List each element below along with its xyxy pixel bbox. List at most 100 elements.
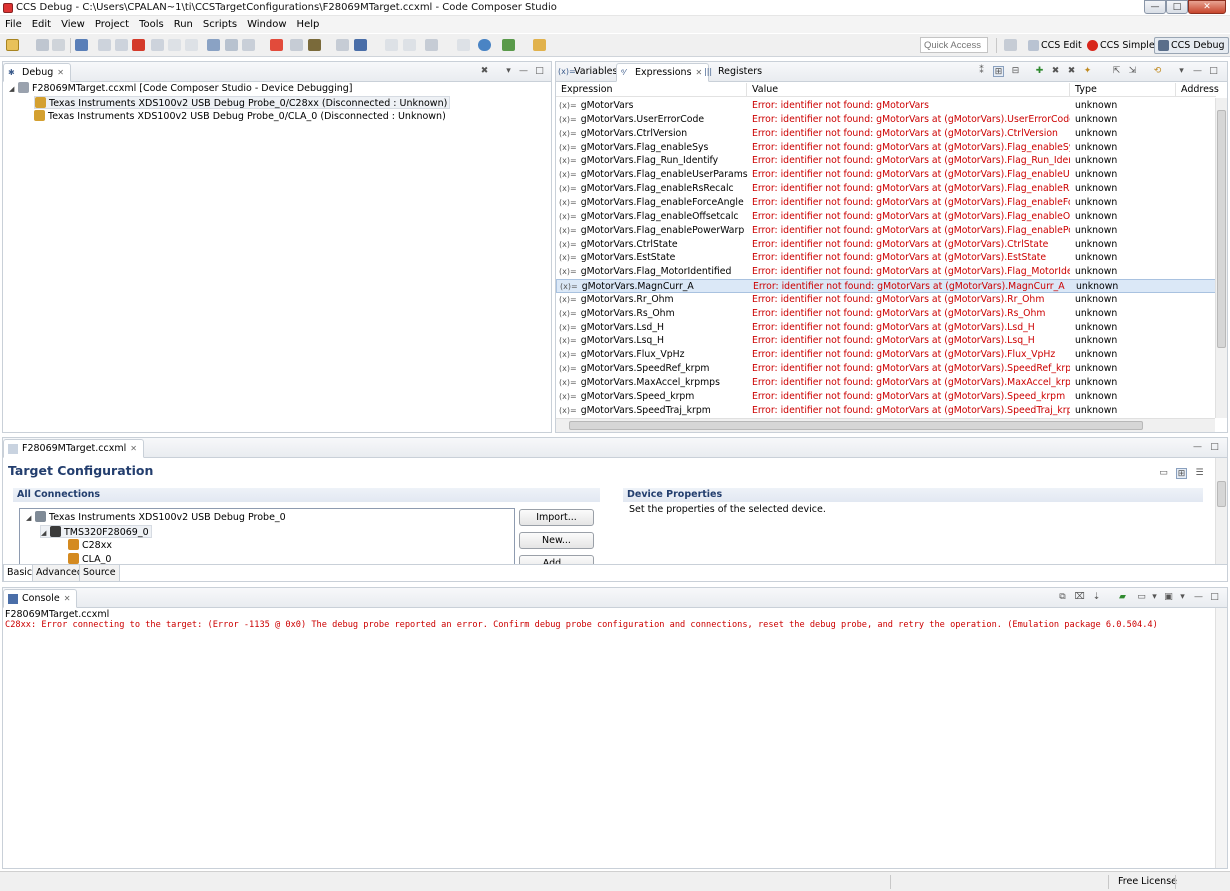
value-cell[interactable]: Error: identifier not found: gMotorVars … [752,113,1070,127]
expression-row[interactable]: (x)= gMotorVars.MagnCurr_A Error: identifi… [556,279,1216,293]
tools-icon[interactable] [425,39,438,51]
collapse-all-icon[interactable]: ⁑ [976,66,987,77]
expression-row[interactable]: (x)= gMotorVars Error: identifier not foun… [556,99,1216,113]
connect-target-icon[interactable] [207,39,220,51]
silicon-icon[interactable] [336,39,349,51]
value-cell[interactable]: Error: identifier not found: gMotorVars … [752,265,1070,279]
expression-cell[interactable]: (x)= gMotorVars.Flag_enableForceAngle [559,196,749,210]
column-type[interactable]: Type [1070,83,1176,96]
expression-cell[interactable]: (x)= gMotorVars.Lsq_H [559,334,749,348]
debug-view-icon[interactable] [75,39,88,51]
select-columns-icon[interactable]: ⊞ [993,66,1004,77]
expression-cell[interactable]: (x)= gMotorVars.Flag_enableUserParams [559,168,749,182]
value-cell[interactable]: Error: identifier not found: gMotorVars … [752,348,1070,362]
expression-row[interactable]: (x)= gMotorVars.Flag_Run_Identify Error: i… [556,154,1216,168]
expression-row[interactable]: (x)= gMotorVars.Flag_MotorIdentified Error… [556,265,1216,279]
expression-row[interactable]: (x)= gMotorVars.CtrlState Error: identifie… [556,238,1216,252]
display-console-icon[interactable]: ▭ [1136,592,1147,603]
expression-cell[interactable]: (x)= gMotorVars.CtrlState [559,238,749,252]
menu-window[interactable]: Window [242,16,291,33]
step-into-icon[interactable] [151,39,164,51]
value-cell[interactable]: Error: identifier not found: gMotorVars … [752,376,1070,390]
search-icon[interactable] [478,39,491,51]
expression-row[interactable]: (x)= gMotorVars.Lsd_H Error: identifier no… [556,321,1216,335]
minimize-view-icon[interactable]: — [1193,592,1204,603]
column-expression[interactable]: Expression [556,83,747,96]
expression-cell[interactable]: (x)= gMotorVars.MaxAccel_krpmps [559,376,749,390]
expression-cell[interactable]: (x)= gMotorVars.Rr_Ohm [559,293,749,307]
layout-split-icon[interactable]: ⊞ [1176,468,1187,479]
value-cell[interactable]: Error: identifier not found: gMotorVars … [752,127,1070,141]
minimize-view-icon[interactable]: — [1192,66,1203,77]
expression-row[interactable]: (x)= gMotorVars.SpeedTraj_krpm Error: iden… [556,404,1216,418]
nav-back-icon[interactable] [385,39,398,51]
view-menu-icon[interactable]: ▾ [1176,66,1187,77]
console-vertical-scrollbar[interactable] [1215,608,1227,868]
menu-run[interactable]: Run [169,16,198,33]
maximize-view-icon[interactable]: □ [1209,442,1220,453]
perspective-ccs-debug[interactable]: CCS Debug [1154,37,1229,54]
minimize-view-icon[interactable]: — [1192,442,1203,453]
perspective-ccs-simple[interactable]: CCS Simple [1083,37,1159,54]
value-cell[interactable]: Error: identifier not found: gMotorVars … [752,390,1070,404]
export-icon[interactable]: ⇲ [1127,66,1138,77]
expression-cell[interactable]: (x)= gMotorVars.MagnCurr_A [560,280,750,294]
expression-row[interactable]: (x)= gMotorVars.Lsq_H Error: identifier no… [556,334,1216,348]
expression-cell[interactable]: (x)= gMotorVars.EstState [559,251,749,265]
minimize-button[interactable]: — [1144,0,1166,14]
collapse-icon[interactable]: ◢ [41,527,50,540]
step-over-icon[interactable] [168,39,181,51]
expression-row[interactable]: (x)= gMotorVars.SpeedRef_krpm Error: ident… [556,362,1216,376]
expression-cell[interactable]: (x)= gMotorVars.Lsd_H [559,321,749,335]
save-all-icon[interactable] [52,39,65,51]
scroll-thumb[interactable] [1217,481,1226,507]
realtime-icon[interactable] [308,39,321,51]
quick-access-input[interactable] [920,37,988,53]
value-cell[interactable]: Error: identifier not found: gMotorVars … [752,141,1070,155]
expression-row[interactable]: (x)= gMotorVars.Speed_krpm Error: identifi… [556,390,1216,404]
add-expression-icon[interactable]: ✚ [1034,66,1045,77]
expression-row[interactable]: (x)= gMotorVars.Flag_enableOffsetcalc Erro… [556,210,1216,224]
close-icon[interactable]: ✕ [130,444,137,453]
expressions-vertical-scrollbar[interactable] [1215,98,1227,418]
tab-source[interactable]: Source [79,565,120,581]
value-cell[interactable]: Error: identifier not found: gMotorVars … [752,154,1070,168]
collapse-icon[interactable]: ◢ [9,83,18,96]
nav-forward-icon[interactable] [403,39,416,51]
continuous-refresh-icon[interactable]: ⟲ [1152,66,1163,77]
column-value[interactable]: Value [747,83,1070,96]
tab-registers[interactable]: ||| Registers [700,63,768,82]
value-cell[interactable]: Error: identifier not found: gMotorVars … [752,196,1070,210]
maximize-button[interactable]: □ [1166,0,1188,14]
expression-row[interactable]: (x)= gMotorVars.Flag_enableSys Error: iden… [556,141,1216,155]
display-dropdown-icon[interactable]: ▾ [1149,592,1160,603]
expression-row[interactable]: (x)= gMotorVars.CtrlVersion Error: identif… [556,127,1216,141]
expression-cell[interactable]: (x)= gMotorVars.Flag_MotorIdentified [559,265,749,279]
value-cell[interactable]: Error: identifier not found: gMotorVars … [752,224,1070,238]
menu-help[interactable]: Help [292,16,325,33]
expression-cell[interactable]: (x)= gMotorVars.Flag_enableRsRecalc [559,182,749,196]
load-program-icon[interactable] [225,39,238,51]
graph-icon[interactable] [354,39,367,51]
tab-ccxml[interactable]: F28069MTarget.ccxml ✕ [3,439,144,458]
expression-row[interactable]: (x)= gMotorVars.Flux_VpHz Error: identifie… [556,348,1216,362]
value-cell[interactable]: Error: identifier not found: gMotorVars … [752,293,1070,307]
expression-cell[interactable]: (x)= gMotorVars.CtrlVersion [559,127,749,141]
debug-target-c28xx[interactable]: Texas Instruments XDS100v2 USB Debug Pro… [34,96,451,109]
expression-row[interactable]: (x)= gMotorVars.Flag_enablePowerWarp Error… [556,224,1216,238]
debug-target-cla[interactable]: Texas Instruments XDS100v2 USB Debug Pro… [34,110,446,123]
restart-icon[interactable] [290,39,303,51]
value-cell[interactable]: Error: identifier not found: gMotorVars … [752,251,1070,265]
collapse-icon[interactable]: ◢ [26,512,35,525]
expression-cell[interactable]: (x)= gMotorVars.SpeedRef_krpm [559,362,749,376]
tab-debug[interactable]: ✱ Debug ✕ [3,63,71,82]
expression-row[interactable]: (x)= gMotorVars.Flag_enableUserParams Erro… [556,168,1216,182]
menu-view[interactable]: View [56,16,90,33]
layout-horizontal-icon[interactable]: ▭ [1158,468,1169,479]
pin-icon[interactable] [533,39,546,51]
expression-row[interactable]: (x)= gMotorVars.MaxAccel_krpmps Error: ide… [556,376,1216,390]
expression-cell[interactable]: (x)= gMotorVars [559,99,749,113]
value-cell[interactable]: Error: identifier not found: gMotorVars … [752,362,1070,376]
expression-cell[interactable]: (x)= gMotorVars.Rs_Ohm [559,307,749,321]
scroll-thumb[interactable] [569,421,1143,430]
